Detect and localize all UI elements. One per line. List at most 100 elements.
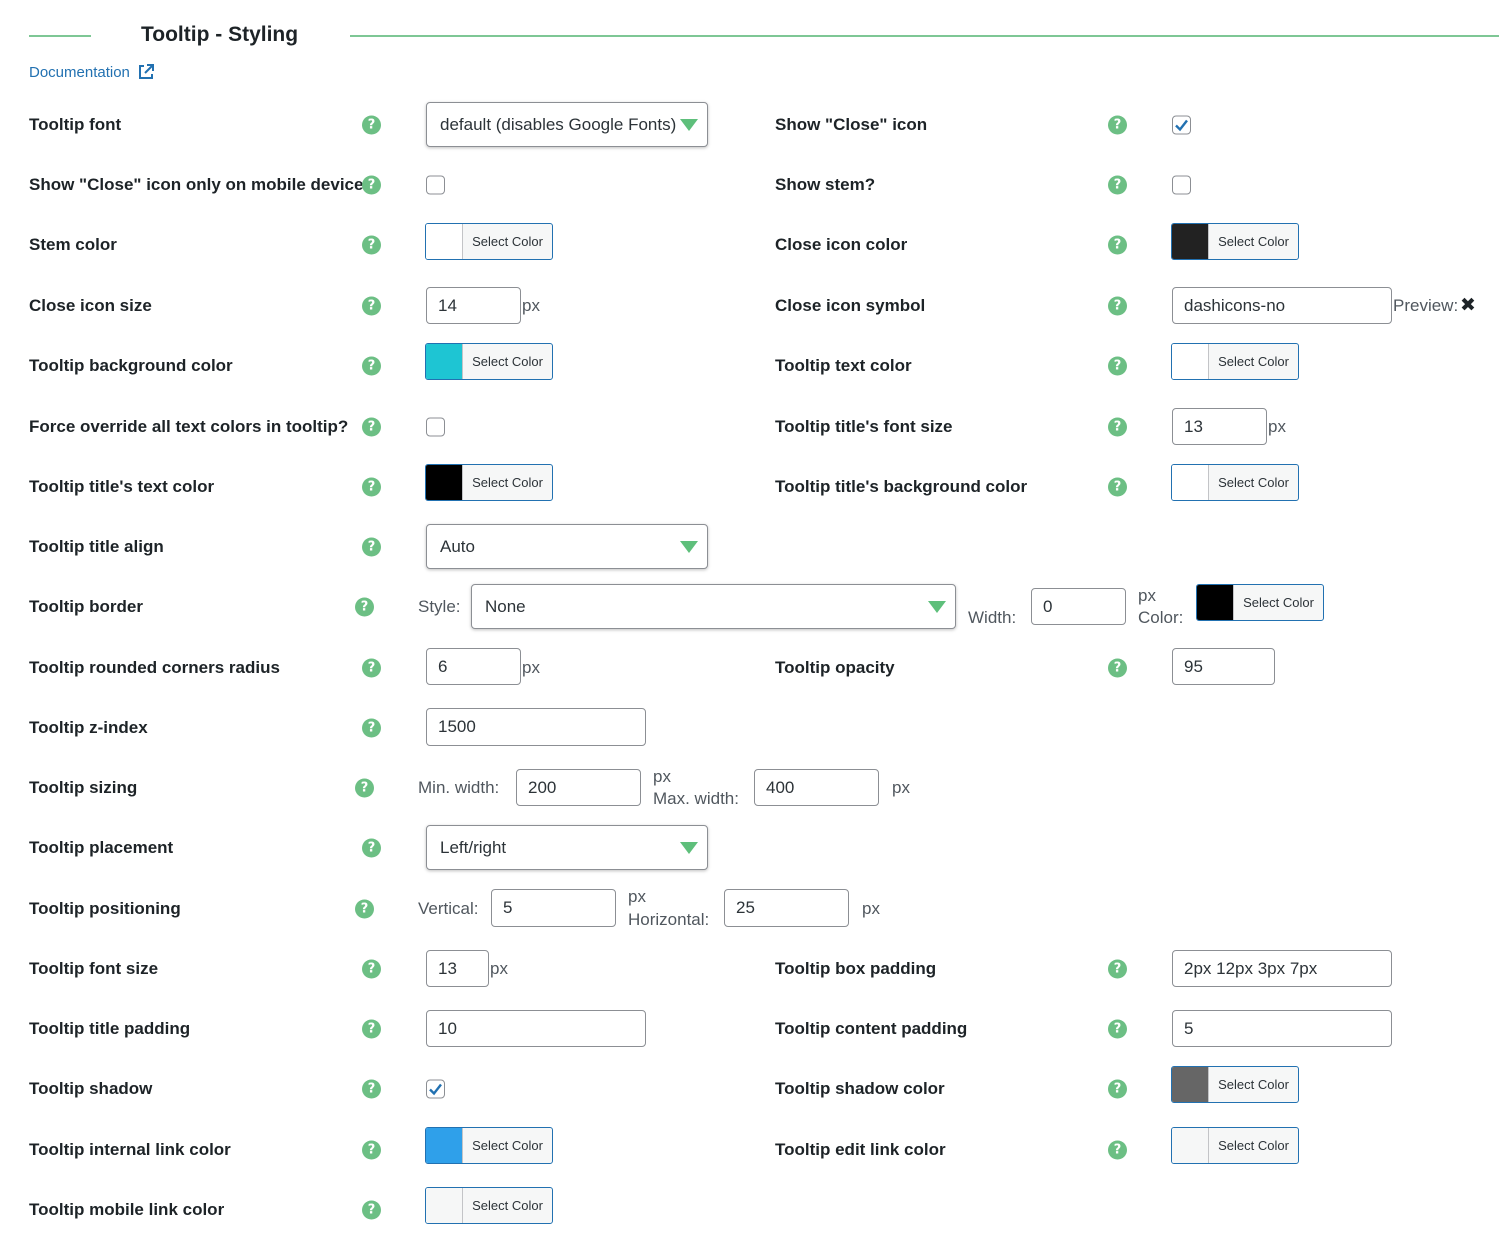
color-swatch — [1172, 1128, 1209, 1163]
help-icon[interactable]: ? — [1108, 175, 1127, 195]
opacity-input[interactable]: 95 — [1172, 648, 1275, 685]
chevron-down-icon — [680, 118, 698, 131]
content-padding-input[interactable]: 5 — [1172, 1010, 1392, 1047]
z-index-label: Tooltip z-index — [29, 718, 148, 737]
horizontal-input[interactable]: 25 — [724, 889, 849, 927]
help-icon[interactable]: ? — [362, 1079, 381, 1099]
help-icon[interactable]: ? — [362, 1200, 381, 1220]
internal-link-color-button[interactable]: Select Color — [425, 1127, 553, 1164]
close-icon-size-input[interactable]: 14 — [426, 287, 521, 324]
help-icon[interactable]: ? — [355, 899, 374, 919]
mobile-link-color-button[interactable]: Select Color — [425, 1187, 553, 1224]
help-icon[interactable]: ? — [362, 1140, 381, 1160]
edit-link-color-button[interactable]: Select Color — [1171, 1127, 1299, 1164]
show-stem-checkbox[interactable] — [1172, 175, 1191, 195]
border-style-value: None — [485, 596, 526, 616]
help-icon[interactable]: ? — [1108, 1140, 1127, 1160]
color-swatch — [426, 1188, 463, 1223]
help-icon[interactable]: ? — [362, 718, 381, 738]
preview-label: Preview: — [1393, 296, 1459, 315]
help-icon[interactable]: ? — [355, 597, 374, 617]
text-color-button[interactable]: Select Color — [1171, 343, 1299, 380]
help-icon[interactable]: ? — [1108, 417, 1127, 437]
select-color-label: Select Color — [1218, 234, 1289, 249]
color-swatch — [426, 465, 463, 500]
documentation-link[interactable]: Documentation — [29, 63, 155, 81]
color-swatch — [1172, 344, 1209, 379]
select-color-label: Select Color — [1218, 1138, 1289, 1153]
help-icon[interactable]: ? — [362, 477, 381, 497]
title-font-size-input[interactable]: 13 — [1172, 408, 1267, 445]
help-icon[interactable]: ? — [362, 658, 381, 678]
help-icon[interactable]: ? — [362, 838, 381, 858]
title-bg-color-button[interactable]: Select Color — [1171, 464, 1299, 501]
close-icon-color-button[interactable]: Select Color — [1171, 223, 1299, 260]
stem-color-button[interactable]: Select Color — [425, 223, 553, 260]
title-text-color-label: Tooltip title's text color — [29, 477, 215, 496]
close-icon-mobile-checkbox[interactable] — [426, 175, 445, 195]
help-icon[interactable]: ? — [362, 115, 381, 135]
header-divider-right — [350, 35, 1499, 37]
help-icon[interactable]: ? — [1108, 1019, 1127, 1039]
help-icon[interactable]: ? — [1108, 1079, 1127, 1099]
title-font-size-label: Tooltip title's font size — [775, 417, 953, 436]
force-override-label: Force override all text colors in toolti… — [29, 417, 349, 436]
select-color-label: Select Color — [472, 1198, 543, 1213]
vertical-input[interactable]: 5 — [491, 889, 616, 927]
help-icon[interactable]: ? — [362, 959, 381, 979]
placement-select[interactable]: Left/right — [426, 825, 708, 870]
shadow-checkbox[interactable] — [426, 1079, 445, 1099]
box-padding-input[interactable]: 2px 12px 3px 7px — [1172, 950, 1392, 987]
border-style-label: Style: — [418, 597, 461, 616]
help-icon[interactable]: ? — [362, 356, 381, 376]
border-color-button[interactable]: Select Color — [1196, 584, 1324, 621]
help-icon[interactable]: ? — [362, 235, 381, 255]
force-override-checkbox[interactable] — [426, 417, 445, 437]
vertical-label: Vertical: — [418, 899, 479, 918]
border-width-input[interactable]: 0 — [1031, 588, 1126, 625]
rounded-radius-input[interactable]: 6 — [426, 648, 521, 685]
content-padding-label: Tooltip content padding — [775, 1019, 968, 1038]
font-size-input[interactable]: 13 — [426, 950, 489, 987]
tooltip-font-value: default (disables Google Fonts) — [440, 114, 677, 134]
close-icon-mobile-label: Show "Close" icon only on mobile devices — [29, 175, 373, 194]
close-icon-symbol-input[interactable]: dashicons-no — [1172, 287, 1392, 324]
positioning-label: Tooltip positioning — [29, 899, 181, 918]
px-unit: px — [1138, 586, 1156, 605]
help-icon[interactable]: ? — [1108, 658, 1127, 678]
select-color-label: Select Color — [1218, 1077, 1289, 1092]
color-swatch — [1172, 224, 1209, 259]
title-text-color-button[interactable]: Select Color — [425, 464, 553, 501]
z-index-input[interactable]: 1500 — [426, 708, 646, 746]
help-icon[interactable]: ? — [362, 537, 381, 557]
min-width-label: Min. width: — [418, 778, 500, 797]
max-width-input[interactable]: 400 — [754, 769, 879, 806]
help-icon[interactable]: ? — [1108, 356, 1127, 376]
help-icon[interactable]: ? — [1108, 477, 1127, 497]
help-icon[interactable]: ? — [362, 417, 381, 437]
text-color-label: Tooltip text color — [775, 356, 912, 375]
title-align-select[interactable]: Auto — [426, 524, 708, 569]
show-close-icon-checkbox[interactable] — [1172, 115, 1191, 135]
bg-color-button[interactable]: Select Color — [425, 343, 553, 380]
color-swatch — [1197, 585, 1234, 620]
tooltip-font-select[interactable]: default (disables Google Fonts) — [426, 102, 708, 147]
placement-value: Left/right — [440, 837, 507, 857]
border-style-select[interactable]: None — [471, 584, 956, 629]
color-swatch — [426, 224, 463, 259]
shadow-color-button[interactable]: Select Color — [1171, 1066, 1299, 1103]
help-icon[interactable]: ? — [1108, 115, 1127, 135]
bg-color-label: Tooltip background color — [29, 356, 233, 375]
help-icon[interactable]: ? — [1108, 959, 1127, 979]
shadow-color-label: Tooltip shadow color — [775, 1079, 945, 1098]
help-icon[interactable]: ? — [362, 1019, 381, 1039]
title-padding-input[interactable]: 10 — [426, 1010, 646, 1047]
select-color-label: Select Color — [1218, 354, 1289, 369]
help-icon[interactable]: ? — [362, 175, 381, 195]
sizing-label: Tooltip sizing — [29, 778, 138, 797]
min-width-input[interactable]: 200 — [516, 769, 641, 806]
help-icon[interactable]: ? — [1108, 296, 1127, 316]
help-icon[interactable]: ? — [362, 296, 381, 316]
help-icon[interactable]: ? — [355, 778, 374, 798]
help-icon[interactable]: ? — [1108, 235, 1127, 255]
